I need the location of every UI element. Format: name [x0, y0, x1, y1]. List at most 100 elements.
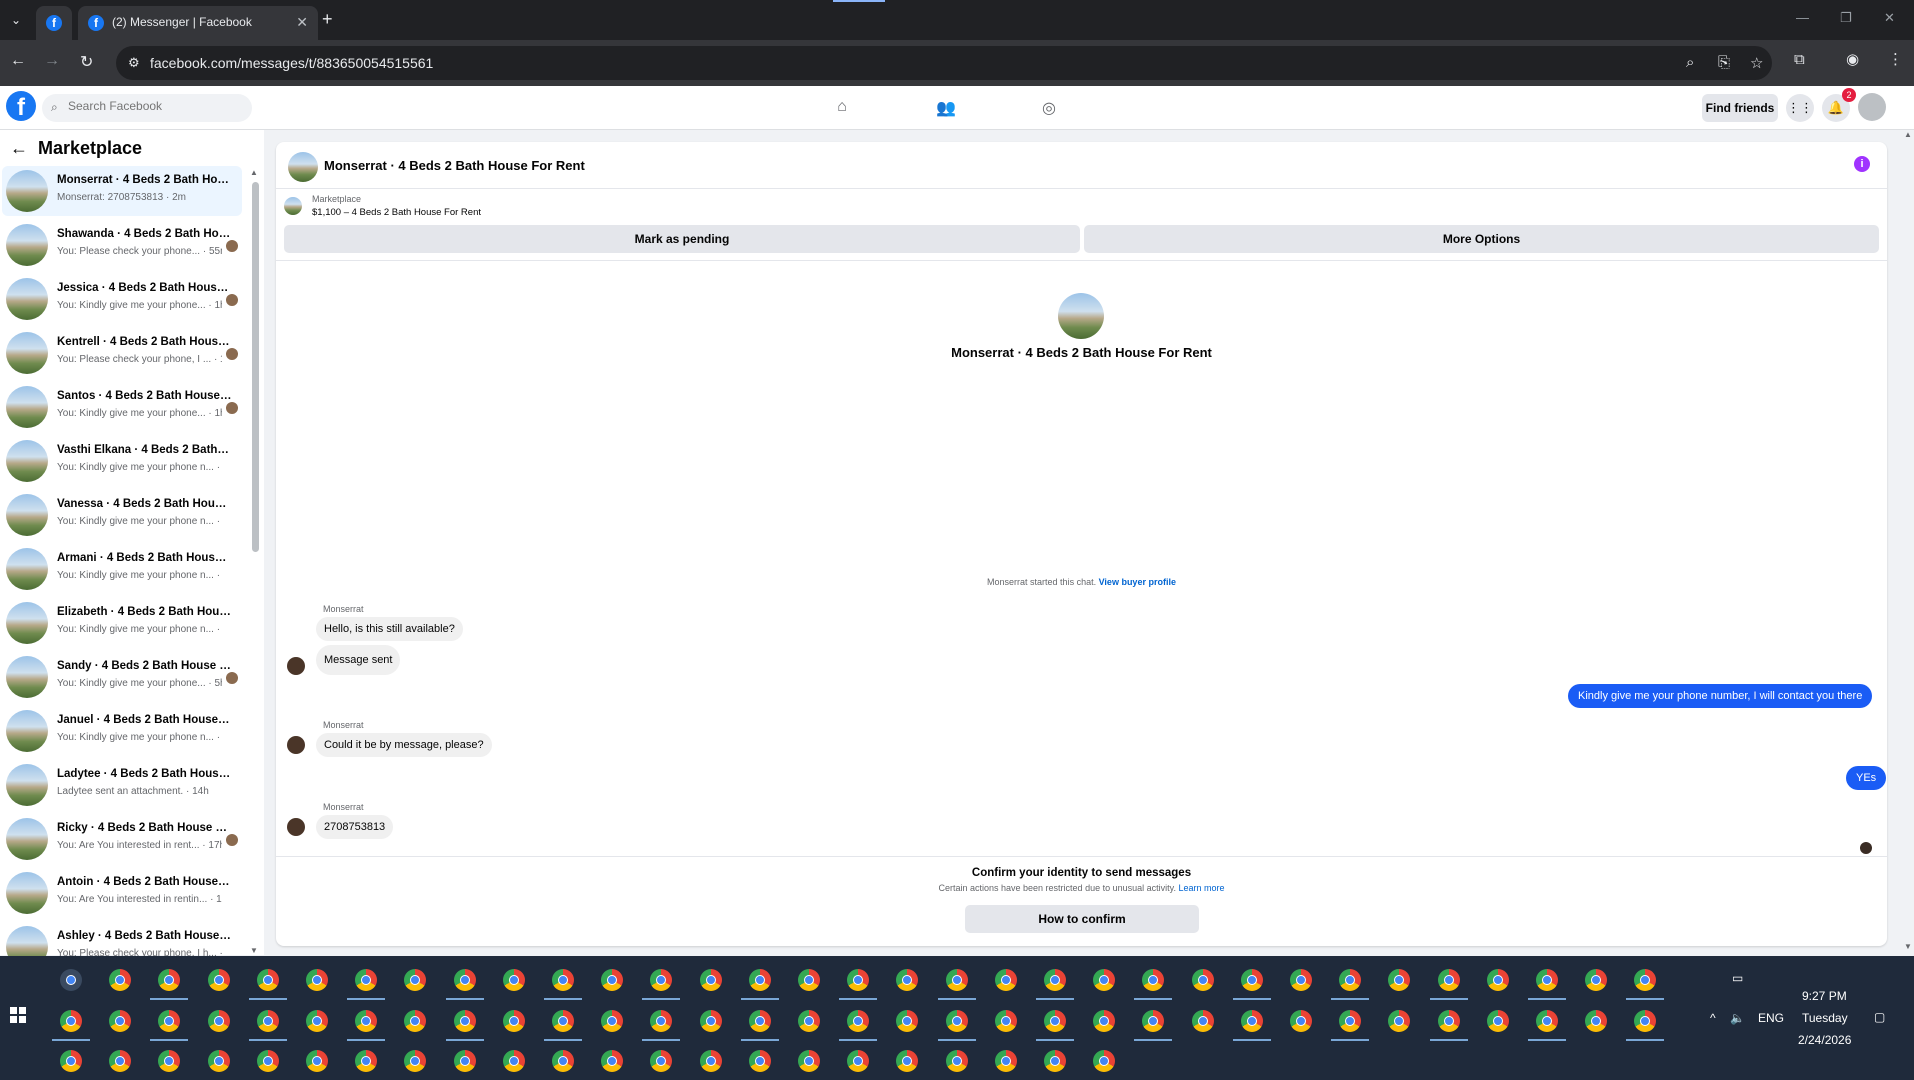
conversation-item[interactable]: Antoin · 4 Beds 2 Bath House For Rent You…: [2, 868, 242, 918]
chrome-taskbar-icon[interactable]: [1044, 1010, 1066, 1032]
chrome-taskbar-icon[interactable]: [1585, 969, 1608, 991]
chrome-taskbar-icon[interactable]: [306, 1050, 328, 1072]
chrome-taskbar-icon[interactable]: [1290, 1010, 1312, 1032]
chrome-taskbar-icon[interactable]: [1437, 1010, 1460, 1032]
chrome-taskbar-icon[interactable]: [650, 1050, 673, 1072]
chrome-taskbar-icon[interactable]: [847, 969, 870, 991]
chrome-taskbar-icon[interactable]: [699, 1010, 722, 1032]
sender-avatar[interactable]: [287, 657, 305, 675]
chrome-taskbar-icon[interactable]: [945, 1010, 968, 1032]
friends-icon[interactable]: 👥: [935, 98, 957, 120]
home-icon[interactable]: ⌂: [831, 98, 853, 120]
tab-pinned-facebook[interactable]: f: [36, 6, 72, 40]
outgoing-message[interactable]: Kindly give me your phone number, I will…: [1568, 684, 1873, 708]
profile-icon[interactable]: ◉: [1846, 50, 1859, 68]
chrome-taskbar-icon[interactable]: [1486, 1010, 1509, 1032]
chrome-taskbar-icon[interactable]: [355, 1010, 378, 1032]
chrome-taskbar-icon[interactable]: [158, 969, 181, 991]
chrome-taskbar-icon[interactable]: [601, 1050, 624, 1072]
chrome-taskbar-icon[interactable]: [355, 1050, 378, 1072]
clock-date[interactable]: 2/24/2026: [1798, 1033, 1851, 1047]
chrome-taskbar-icon[interactable]: [1142, 1010, 1165, 1032]
chat-title[interactable]: Monserrat · 4 Beds 2 Bath House For Rent: [324, 158, 585, 173]
listing-price[interactable]: $1,100 – 4 Beds 2 Bath House For Rent: [312, 207, 481, 218]
chrome-taskbar-icon[interactable]: [355, 969, 378, 991]
show-hidden-icons-icon[interactable]: ^: [1710, 1011, 1716, 1025]
page-scrollbar[interactable]: ▲ ▼: [1902, 130, 1914, 955]
extensions-icon[interactable]: ⧉: [1794, 51, 1805, 68]
conversation-item[interactable]: Vanessa · 4 Beds 2 Bath House For Rent Yo…: [2, 490, 242, 540]
facebook-logo-icon[interactable]: f: [6, 91, 36, 121]
search-input[interactable]: [68, 99, 238, 113]
url-text[interactable]: facebook.com/messages/t/883650054515561: [150, 55, 433, 71]
chrome-taskbar-icon[interactable]: [1191, 969, 1214, 991]
conversation-item[interactable]: Elizabeth · 4 Beds 2 Bath House For Rent…: [2, 598, 242, 648]
search-box[interactable]: ⌕: [42, 94, 252, 122]
learn-more-link[interactable]: Learn more: [1178, 883, 1224, 893]
chrome-taskbar-icon[interactable]: [650, 969, 673, 991]
view-buyer-profile-link[interactable]: View buyer profile: [1099, 577, 1176, 587]
chrome-taskbar-icon[interactable]: [256, 969, 279, 991]
chrome-taskbar-icon[interactable]: [896, 969, 919, 991]
find-friends-button[interactable]: Find friends: [1702, 94, 1778, 122]
chrome-taskbar-icon[interactable]: [1486, 969, 1509, 991]
display-icon[interactable]: ▭: [1732, 971, 1743, 985]
info-icon[interactable]: i: [1854, 156, 1870, 172]
chrome-taskbar-icon[interactable]: [1339, 969, 1362, 991]
chrome-taskbar-icon[interactable]: [502, 1010, 525, 1032]
chrome-taskbar-icon[interactable]: [1388, 969, 1411, 991]
conversation-item[interactable]: Monserrat · 4 Beds 2 Bath House For Rent…: [2, 166, 242, 216]
chrome-taskbar-icon[interactable]: [748, 1050, 771, 1072]
chrome-taskbar-icon[interactable]: [1388, 1010, 1411, 1032]
chrome-taskbar-icon[interactable]: [1634, 1010, 1657, 1032]
chrome-taskbar-icon[interactable]: [699, 1050, 722, 1072]
how-to-confirm-button[interactable]: How to confirm: [965, 905, 1199, 933]
incoming-message[interactable]: Message sent: [316, 645, 401, 675]
conversation-item[interactable]: Shawanda · 4 Beds 2 Bath House For Rent Y…: [2, 220, 242, 270]
chrome-taskbar-icon[interactable]: [994, 1010, 1017, 1032]
chrome-taskbar-icon[interactable]: [453, 969, 476, 991]
sender-avatar[interactable]: [287, 736, 305, 754]
incoming-message[interactable]: Hello, is this still available?: [316, 617, 463, 641]
chrome-taskbar-icon[interactable]: [1093, 969, 1116, 991]
chrome-taskbar-icon[interactable]: [601, 1010, 624, 1032]
conversation-item[interactable]: Kentrell · 4 Beds 2 Bath House For Rent Y…: [2, 328, 242, 378]
chrome-taskbar-icon[interactable]: [699, 969, 722, 991]
chrome-taskbar-icon[interactable]: [207, 969, 230, 991]
chrome-taskbar-icon[interactable]: [256, 1050, 279, 1072]
conversation-item[interactable]: Ricky · 4 Beds 2 Bath House For Rent You:…: [2, 814, 242, 864]
chrome-taskbar-icon[interactable]: [1437, 969, 1460, 991]
install-app-icon[interactable]: ⎘: [1718, 54, 1730, 71]
chrome-taskbar-icon[interactable]: [306, 1010, 328, 1032]
chrome-taskbar-icon[interactable]: [1634, 969, 1657, 991]
chrome-taskbar-icon[interactable]: [1093, 1050, 1116, 1072]
scroll-up-icon[interactable]: ▲: [1904, 130, 1912, 139]
mark-as-pending-button[interactable]: Mark as pending: [284, 225, 1080, 253]
clock-time[interactable]: 9:27 PM: [1802, 989, 1847, 1003]
chrome-taskbar-icon[interactable]: [798, 969, 820, 991]
chrome-taskbar-icon[interactable]: [109, 1050, 132, 1072]
conversation-item[interactable]: Sandy · 4 Beds 2 Bath House For Rent You:…: [2, 652, 242, 702]
chrome-taskbar-icon[interactable]: [1585, 1010, 1608, 1032]
chrome-taskbar-icon[interactable]: [109, 969, 132, 991]
tab-search-button[interactable]: ⌄: [6, 10, 26, 30]
back-arrow-icon[interactable]: ←: [10, 138, 28, 158]
conversation-item[interactable]: Jessica · 4 Beds 2 Bath House For Rent Yo…: [2, 274, 242, 324]
chrome-taskbar-icon[interactable]: [306, 969, 328, 991]
language-indicator[interactable]: ENG: [1758, 1011, 1784, 1025]
chrome-taskbar-icon[interactable]: [748, 1010, 771, 1032]
bookmark-star-icon[interactable]: ☆: [1750, 54, 1763, 72]
chrome-taskbar-icon[interactable]: [453, 1050, 476, 1072]
tab-messenger[interactable]: f (2) Messenger | Facebook ✕: [78, 6, 318, 40]
conversation-item[interactable]: Santos · 4 Beds 2 Bath House For Rent You…: [2, 382, 242, 432]
chrome-taskbar-icon[interactable]: [60, 1010, 82, 1032]
chrome-taskbar-icon[interactable]: [945, 969, 968, 991]
outgoing-message[interactable]: YEs: [1846, 766, 1887, 790]
conversation-item[interactable]: Ladytee · 4 Beds 2 Bath House For Rent La…: [2, 760, 242, 810]
chrome-taskbar-icon[interactable]: [158, 1010, 181, 1032]
sidebar-scrollbar[interactable]: ▲ ▼: [250, 168, 260, 958]
chrome-taskbar-icon[interactable]: [798, 1050, 820, 1072]
clock-day[interactable]: Tuesday: [1802, 1011, 1848, 1025]
chrome-taskbar-icon[interactable]: [896, 1050, 919, 1072]
restore-icon[interactable]: ❐: [1840, 10, 1852, 26]
